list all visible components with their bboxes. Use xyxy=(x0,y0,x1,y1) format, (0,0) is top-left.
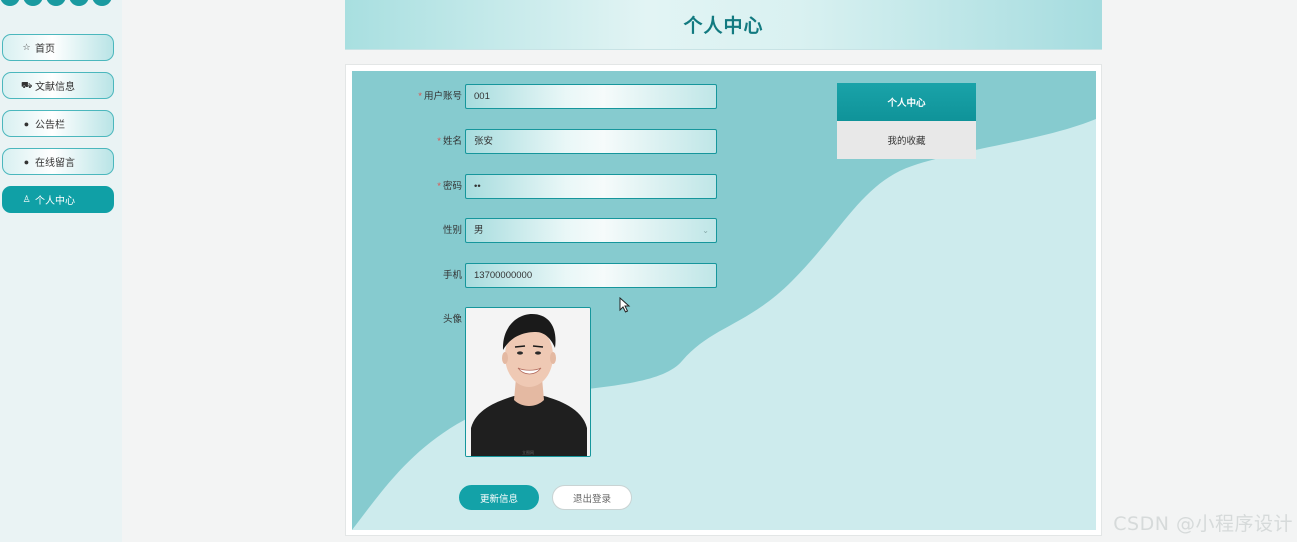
sidebar-item-profile[interactable]: ♙ 个人中心 xyxy=(2,186,114,213)
sidebar: ☆ 首页 ⛟ 文献信息 ● 公告栏 ● 在线留言 ♙ 个人中心 xyxy=(0,0,122,542)
password-row: * 密码 •• xyxy=(352,174,1096,199)
password-input[interactable]: •• xyxy=(465,174,717,199)
decor-circle xyxy=(92,0,112,6)
gender-label: 性别 xyxy=(442,225,462,236)
page-header: 个人中心 xyxy=(345,0,1102,50)
gender-row: 性别 男 ⌄ xyxy=(352,218,1096,243)
sidebar-item-label: 首页 xyxy=(35,44,55,55)
phone-row: 手机 13700000000 xyxy=(352,263,1096,288)
update-info-button[interactable]: 更新信息 xyxy=(459,485,539,510)
phone-label: 手机 xyxy=(442,270,462,281)
sidebar-item-label: 文献信息 xyxy=(35,82,75,93)
watermark: CSDN @小程序设计 xyxy=(1113,513,1293,535)
chevron-down-icon: ⌄ xyxy=(702,226,709,235)
required-mark: * xyxy=(437,136,441,147)
account-input[interactable]: 001 xyxy=(465,84,717,109)
account-label: * 用户账号 xyxy=(352,84,462,109)
avatar-label: 头像 xyxy=(442,314,462,325)
gender-select-value: 男 xyxy=(474,225,484,236)
account-row: * 用户账号 001 xyxy=(352,84,1096,109)
password-label-text: 密码 xyxy=(442,181,462,192)
required-mark: * xyxy=(437,181,441,192)
sidebar-item-label: 在线留言 xyxy=(35,158,75,169)
avatar-caption: 立图网 xyxy=(522,450,534,455)
name-row: * 姓名 张安 xyxy=(352,129,1096,154)
sidebar-item-home[interactable]: ☆ 首页 xyxy=(2,34,114,61)
required-mark: * xyxy=(418,91,422,102)
phone-input[interactable]: 13700000000 xyxy=(465,263,717,288)
sidebar-item-announcements[interactable]: ● 公告栏 xyxy=(2,110,114,137)
name-label: * 姓名 xyxy=(352,129,462,154)
avatar-upload[interactable]: 立图网 xyxy=(465,307,591,457)
sidebar-item-literature[interactable]: ⛟ 文献信息 xyxy=(2,72,114,99)
decor-circle xyxy=(0,0,20,6)
tab-favorites[interactable]: 我的收藏 xyxy=(837,121,976,159)
tab-profile[interactable]: 个人中心 xyxy=(837,83,976,121)
sidebar-item-label: 公告栏 xyxy=(35,120,65,131)
name-input[interactable]: 张安 xyxy=(465,129,717,154)
top-decoration xyxy=(0,0,112,6)
info-icon: ● xyxy=(23,118,30,129)
avatar-photo xyxy=(466,308,590,456)
logout-button[interactable]: 退出登录 xyxy=(552,485,632,510)
avatar-row: 头像 xyxy=(352,307,1096,332)
user-icon: ♙ xyxy=(22,194,31,204)
star-icon: ☆ xyxy=(22,42,31,52)
gender-select[interactable]: 男 ⌄ xyxy=(465,218,717,243)
sidebar-item-label: 个人中心 xyxy=(35,196,75,207)
page: ☆ 首页 ⛟ 文献信息 ● 公告栏 ● 在线留言 ♙ 个人中心 个人中心 * 用… xyxy=(0,0,1297,542)
bag-icon: ⛟ xyxy=(21,79,33,90)
password-label: * 密码 xyxy=(352,174,462,199)
page-title: 个人中心 xyxy=(683,16,764,37)
account-label-text: 用户账号 xyxy=(423,91,462,102)
decor-circle xyxy=(46,0,66,6)
name-label-text: 姓名 xyxy=(442,136,462,147)
profile-panel: * 用户账号 001 * 姓名 张安 * 密码 •• 性别 男 ⌄ 手机 137… xyxy=(352,71,1096,530)
decor-circle xyxy=(23,0,43,6)
mouse-cursor-icon xyxy=(619,297,631,313)
sidebar-item-messages[interactable]: ● 在线留言 xyxy=(2,148,114,175)
help-icon: ● xyxy=(23,156,30,167)
decor-circle xyxy=(69,0,89,6)
profile-card: * 用户账号 001 * 姓名 张安 * 密码 •• 性别 男 ⌄ 手机 137… xyxy=(345,64,1102,536)
profile-tabs: 个人中心 我的收藏 xyxy=(837,83,976,159)
